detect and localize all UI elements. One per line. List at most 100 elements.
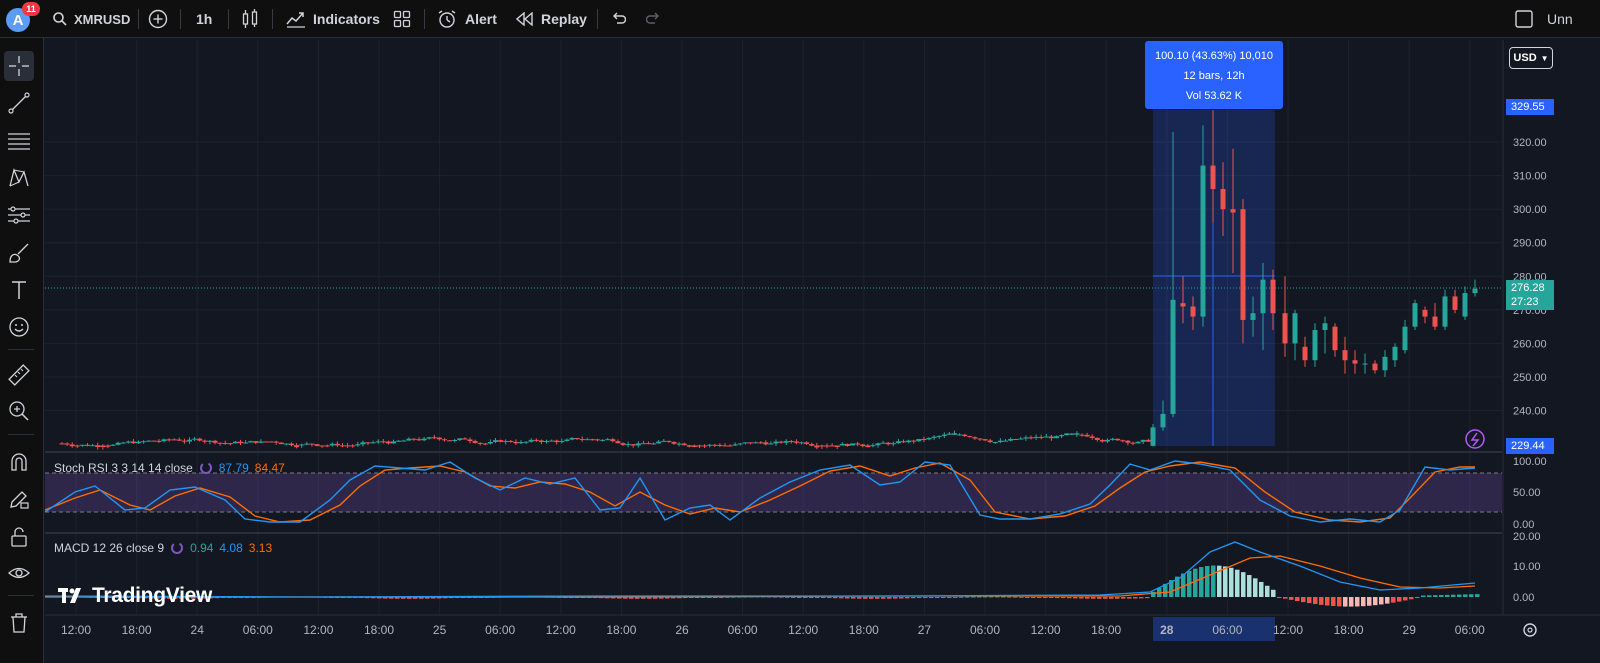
macd-tick-label: 10.00 [1513, 561, 1541, 573]
lightning-icon[interactable] [1465, 429, 1485, 449]
candle-body [589, 439, 595, 441]
macd-histogram-bar [1385, 597, 1390, 604]
candle-body [737, 443, 743, 445]
candle-body [1013, 439, 1019, 441]
candle-body [1240, 209, 1246, 320]
candle-body [518, 442, 524, 444]
candle-body [197, 438, 203, 441]
stoch-tick-label: 100.00 [1513, 456, 1547, 468]
time-tick-label: 28 [1160, 623, 1174, 637]
candle-body [717, 444, 723, 446]
candle-body [997, 440, 1003, 443]
candle-body [528, 439, 534, 442]
macd-histogram-bar [953, 596, 958, 598]
candle-body [850, 443, 855, 446]
candle-body [707, 444, 713, 446]
macd-histogram-bar [1019, 596, 1024, 598]
macd-histogram-bar [941, 597, 946, 598]
candle-body [110, 444, 116, 446]
candle-body [559, 441, 565, 443]
time-axis: 12:00 18:00 24 06:00 12:00 18:00 25 06:00 12:00 1… [61, 617, 1485, 641]
candle-body [722, 445, 728, 447]
measure-volume: Vol 53.62 K [1185, 90, 1243, 102]
candle-body [447, 440, 453, 442]
time-tick-label: 29 [1403, 623, 1417, 637]
candle-body [936, 436, 942, 438]
currency-selector[interactable]: USD ▼ [1509, 47, 1553, 69]
candle-body [487, 441, 493, 444]
candle-body [227, 443, 233, 445]
macd-histogram-bar [1451, 594, 1456, 597]
candle-body [1115, 438, 1121, 441]
candle-body [1105, 439, 1110, 442]
candle-body [64, 443, 70, 445]
time-tick-label: 18:00 [849, 623, 879, 637]
time-tick-label: 06:00 [1455, 623, 1485, 637]
candle-body [574, 438, 580, 440]
candle-body [671, 441, 677, 444]
candle-body [610, 439, 616, 442]
macd-histogram-bar [1277, 597, 1282, 598]
candle-body [1260, 279, 1266, 314]
macd-histogram-bar [1013, 596, 1018, 598]
candle-body [90, 445, 96, 447]
tradingview-logo[interactable]: TradingView [58, 584, 212, 608]
macd-histogram-bar [1349, 597, 1354, 607]
candle-body [977, 438, 983, 440]
measure-change: 100.10 (43.63%) 10,010 [1154, 50, 1274, 62]
candle-body [952, 433, 957, 435]
macd-histogram-bar [1211, 565, 1216, 597]
candle-body [1145, 439, 1151, 442]
candle-body [1089, 436, 1095, 438]
candle-body [329, 443, 335, 446]
time-tick-label: 26 [675, 623, 689, 637]
macd-legend[interactable]: MACD 12 26 close 9 0.94 4.08 3.13 [54, 541, 272, 555]
macd-histogram-bar [1073, 597, 1078, 599]
candle-body [238, 441, 243, 444]
candle-body [615, 441, 621, 444]
candle-body [105, 445, 111, 447]
candle-body [1110, 438, 1116, 440]
chart-canvas[interactable]: 320.00310.00300.00290.00280.00270.00260.… [0, 0, 1600, 663]
macd-histogram-bar [1289, 597, 1294, 600]
candle-body [319, 445, 325, 447]
macd-line-value: 4.08 [219, 541, 243, 555]
time-tick-label: 12:00 [788, 623, 818, 637]
candle-body [1135, 441, 1141, 444]
macd-title: MACD 12 26 close 9 [54, 541, 165, 555]
candle-body [166, 439, 172, 441]
candle-body [1099, 439, 1105, 442]
candle-body [181, 440, 187, 442]
candle-body [844, 443, 850, 446]
candle-body [299, 444, 305, 446]
macd-histogram-bar [1007, 596, 1012, 598]
macd-histogram-bar [863, 597, 868, 599]
candle-body [100, 445, 106, 447]
macd-histogram-bar [821, 597, 826, 598]
candle-body [1230, 209, 1236, 213]
last-price-value: 276.28 [1511, 282, 1545, 294]
candle-body [1322, 323, 1328, 331]
stoch-rsi-legend[interactable]: Stoch RSI 3 3 14 14 close 87.79 84.47 [54, 461, 285, 475]
macd-histogram-bar [1121, 597, 1126, 599]
macd-histogram-bar [1373, 597, 1378, 606]
candle-body [860, 444, 866, 447]
candle-body [493, 440, 498, 442]
candle-body [1180, 303, 1186, 307]
candle-body [187, 439, 192, 442]
candle-body [442, 439, 447, 441]
macd-histogram-bar [1409, 597, 1414, 600]
time-tick-label: 06:00 [728, 623, 758, 637]
candle-body [748, 442, 753, 444]
macd-histogram-bar [1325, 597, 1330, 606]
macd-histogram-bar [971, 596, 976, 598]
candle-body [1352, 360, 1358, 364]
candle-body [309, 443, 315, 445]
candle-body [793, 441, 799, 443]
settings-gear-icon[interactable] [1523, 623, 1537, 637]
candle-body [809, 444, 815, 446]
candle-body [396, 440, 402, 442]
candle-body [1402, 326, 1408, 351]
candle-body [69, 444, 75, 447]
candle-body [115, 442, 121, 445]
